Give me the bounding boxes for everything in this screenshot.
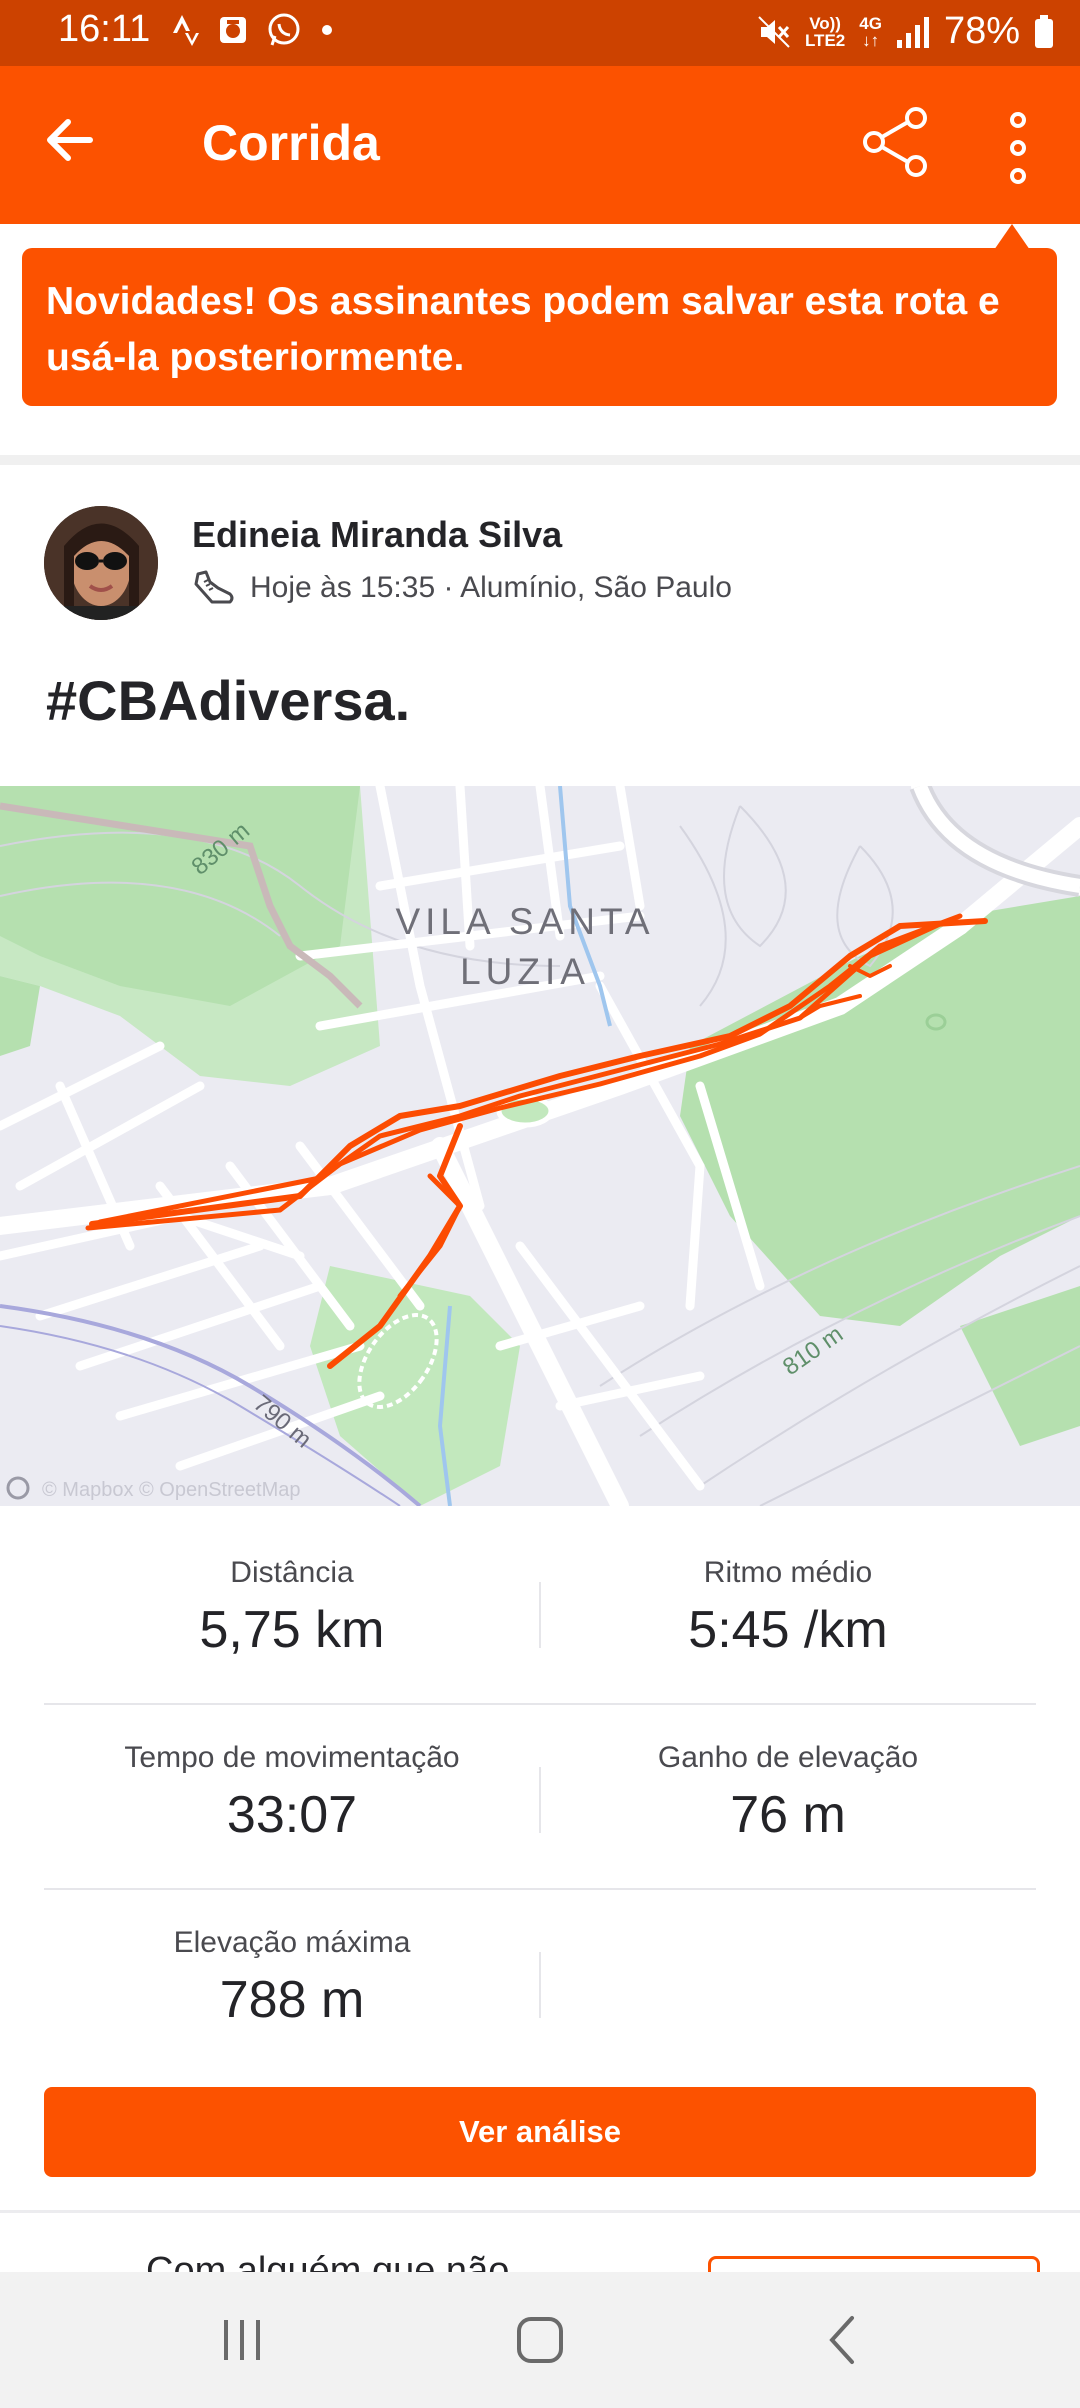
avatar-image [44,506,158,620]
map-info-icon[interactable] [6,1476,30,1500]
stat-value: 5:45 /km [688,1601,888,1659]
signal-icon [896,16,929,48]
status-time: 16:11 [58,8,151,50]
status-right-icons: Vo)) LTE2 4G ↓↑ 78% [757,10,1054,53]
activity-date-location: Hoje às 15:35 · Alumínio, São Paulo [250,571,732,604]
stat-row: Tempo de movimentação 33:07 Ganho de ele… [44,1705,1036,1890]
stat-max-elevation: Elevação máxima 788 m [44,1890,540,2030]
stat-value: 33:07 [226,1786,358,1844]
stat-label: Ganho de elevação [657,1741,919,1774]
stat-row: Distância 5,75 km Ritmo médio 5:45 /km [44,1520,1036,1705]
map-attribution: © Mapbox © OpenStreetMap [42,1479,301,1501]
more-options-button[interactable] [990,106,1046,190]
view-analysis-button[interactable]: Ver análise [44,2087,1036,2177]
status-bar: 16:11 Vo)) LTE2 4G ↓↑ 78% [0,0,1080,66]
app-bar: Corrida [0,66,1080,224]
stat-row: Elevação máxima 788 m [44,1890,1036,2073]
activity-meta: Hoje às 15:35 · Alumínio, São Paulo [192,568,732,608]
volte-indicator: Vo)) LTE2 [804,13,846,50]
stat-elevation-gain: Ganho de elevação 76 m [540,1705,1036,1845]
recent-apps-icon [224,2320,260,2360]
stat-moving-time: Tempo de movimentação 33:07 [44,1705,540,1845]
whatsapp-icon [268,13,300,46]
section-divider [0,2210,1080,2213]
map-canvas: VILA SANTA LUZIA 830 m 810 m 790 m © Map… [0,786,1080,1506]
chevron-left-icon [829,2316,854,2364]
strava-notification-icon [173,15,199,46]
back-button[interactable] [40,110,120,180]
mute-icon [758,15,790,48]
page-title: Corrida [202,115,380,171]
subscriber-banner[interactable]: Novidades! Os assinantes podem salvar es… [22,248,1057,406]
home-button[interactable] [510,2312,570,2368]
dot-icon [322,25,332,35]
stat-divider [539,1952,541,2018]
map-neighborhood-label: VILA SANTA [395,901,654,942]
recent-apps-button[interactable] [212,2312,272,2368]
stat-label: Ritmo médio [703,1556,873,1589]
stat-value: 76 m [730,1786,846,1844]
stat-distance: Distância 5,75 km [44,1520,540,1660]
map-neighborhood-label: LUZIA [460,951,590,992]
activity-stats: Distância 5,75 km Ritmo médio 5:45 /km T… [44,1520,1036,2073]
athlete-name[interactable]: Edineia Miranda Silva [192,514,562,556]
banner-text: Novidades! Os assinantes podem salvar es… [46,280,1000,379]
section-divider [0,455,1080,465]
banner-pointer [994,224,1030,250]
running-shoe-icon [194,570,234,604]
data-indicator: 4G ↓↑ [859,13,882,50]
map-contour-label: 810 m [778,1321,848,1381]
route-map[interactable]: VILA SANTA LUZIA 830 m 810 m 790 m © Map… [0,786,1080,1506]
arrow-left-icon [47,119,93,161]
stat-average-pace: Ritmo médio 5:45 /km [540,1520,1036,1660]
stat-value: 788 m [219,1971,365,2029]
activity-title: #CBAdiversa. [46,669,411,732]
stat-value: 5,75 km [199,1601,385,1659]
battery-icon [1035,14,1053,48]
avatar[interactable] [44,506,158,620]
stat-label: Elevação máxima [173,1926,411,1959]
home-icon [517,2317,563,2363]
more-vertical-icon [1010,112,1026,184]
stat-label: Tempo de movimentação [124,1741,460,1774]
app-notification-icon [220,17,246,43]
stat-label: Distância [230,1556,354,1589]
share-button[interactable] [860,106,938,184]
battery-percent: 78% [943,10,1020,52]
system-navigation-bar [0,2272,1080,2408]
share-icon [863,107,927,177]
system-back-button[interactable] [814,2312,874,2368]
notification-icons [172,12,334,48]
